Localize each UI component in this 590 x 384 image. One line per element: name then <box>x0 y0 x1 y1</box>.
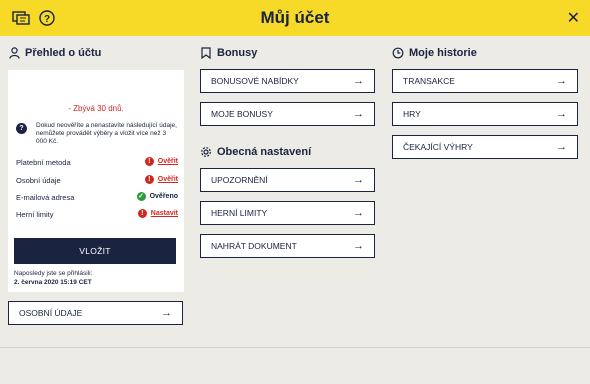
deposit-button[interactable]: VLOŽIT <box>14 238 176 264</box>
transactions-label: TRANSAKCE <box>403 76 455 86</box>
notifications-button[interactable]: UPOZORNĚNÍ → <box>200 168 375 192</box>
arrow-right-icon: → <box>161 307 172 319</box>
overview-title: Přehled o účtu <box>25 47 102 59</box>
arrow-right-icon: → <box>353 174 364 186</box>
overview-section-header: Přehled o účtu <box>8 44 101 62</box>
gaming-limits-label: HERNÍ LIMITY <box>211 208 268 218</box>
personal-details-label: OSOBNÍ ÚDAJE <box>19 308 83 318</box>
bonuses-section-header: Bonusy <box>200 44 257 62</box>
error-icon: ! <box>144 175 154 184</box>
pending-wins-button[interactable]: ČEKAJÍCÍ VÝHRY → <box>392 135 578 159</box>
status-row-payment: Platební metoda ! Ověřit <box>16 156 178 168</box>
arrow-right-icon: → <box>556 141 567 153</box>
notifications-label: UPOZORNĚNÍ <box>211 175 268 185</box>
bookmark-icon <box>200 47 212 59</box>
top-bar: ? Můj účet ✕ <box>0 0 590 36</box>
arrow-right-icon: → <box>353 240 364 252</box>
arrow-right-icon: → <box>556 75 567 87</box>
close-icon[interactable]: ✕ <box>567 8 580 28</box>
verification-info-text: Dokud neověříte a nenastavíte následujíc… <box>36 122 177 145</box>
gaming-limits-button[interactable]: HERNÍ LIMITY → <box>200 201 375 225</box>
bottom-divider <box>0 347 590 348</box>
status-row-limits: Herní limity ! Nastavit <box>16 208 178 220</box>
transactions-button[interactable]: TRANSAKCE → <box>392 69 578 93</box>
personal-details-button[interactable]: OSOBNÍ ÚDAJE → <box>8 301 183 325</box>
my-bonuses-label: MOJE BONUSY <box>211 109 273 119</box>
upload-document-label: NAHRÁT DOKUMENT <box>211 241 297 251</box>
arrow-right-icon: → <box>556 108 567 120</box>
last-login-value: 2. června 2020 15:19 CET <box>14 279 92 286</box>
bonuses-title: Bonusy <box>217 47 258 59</box>
upload-document-button[interactable]: NAHRÁT DOKUMENT → <box>200 234 375 258</box>
user-icon <box>8 47 20 59</box>
history-title: Moje historie <box>409 47 477 59</box>
arrow-right-icon: → <box>353 75 364 87</box>
check-icon: ✓ <box>136 192 146 201</box>
set-limits-link[interactable]: Nastavit <box>151 210 178 217</box>
last-login: Naposledy jste se přihlásili: 2. června … <box>14 269 92 287</box>
page-title: Můj účet <box>260 8 330 27</box>
remaining-days: - Zbývá 30 dnů. <box>68 104 124 113</box>
verify-payment-link[interactable]: Ověřit <box>158 158 178 165</box>
arrow-right-icon: → <box>353 108 364 120</box>
verify-personal-link[interactable]: Ověřit <box>158 176 178 183</box>
status-label: E-mailová adresa <box>16 193 75 202</box>
gear-icon <box>200 146 212 158</box>
question-icon: ? <box>16 123 27 134</box>
bonus-offers-button[interactable]: BONUSOVÉ NABÍDKY → <box>200 69 375 93</box>
history-section-header: Moje historie <box>392 44 477 62</box>
status-label: Platební metoda <box>16 158 71 167</box>
account-overview-card: - Zbývá 30 dnů. ? Dokud neověříte a nena… <box>8 70 184 292</box>
verification-info: ? Dokud neověříte a nenastavíte následuj… <box>16 122 178 146</box>
error-icon: ! <box>144 157 154 166</box>
general-settings-section-header: Obecná nastavení <box>200 143 311 161</box>
general-settings-title: Obecná nastavení <box>217 146 312 158</box>
games-button[interactable]: HRY → <box>392 102 578 126</box>
email-verified-text: Ověřeno <box>149 193 178 200</box>
pending-wins-label: ČEKAJÍCÍ VÝHRY <box>403 142 473 152</box>
games-label: HRY <box>403 109 421 119</box>
arrow-right-icon: → <box>353 207 364 219</box>
status-label: Herní limity <box>16 210 54 219</box>
bonus-offers-label: BONUSOVÉ NABÍDKY <box>211 76 299 86</box>
error-icon: ! <box>137 209 147 218</box>
status-row-email: E-mailová adresa ✓ Ověřeno <box>16 191 178 203</box>
my-bonuses-button[interactable]: MOJE BONUSY → <box>200 102 375 126</box>
clock-icon <box>392 47 404 59</box>
status-row-personal: Osobní údaje ! Ověřit <box>16 174 178 186</box>
last-login-label: Naposledy jste se přihlásili: <box>14 270 93 277</box>
status-label: Osobní údaje <box>16 176 61 185</box>
